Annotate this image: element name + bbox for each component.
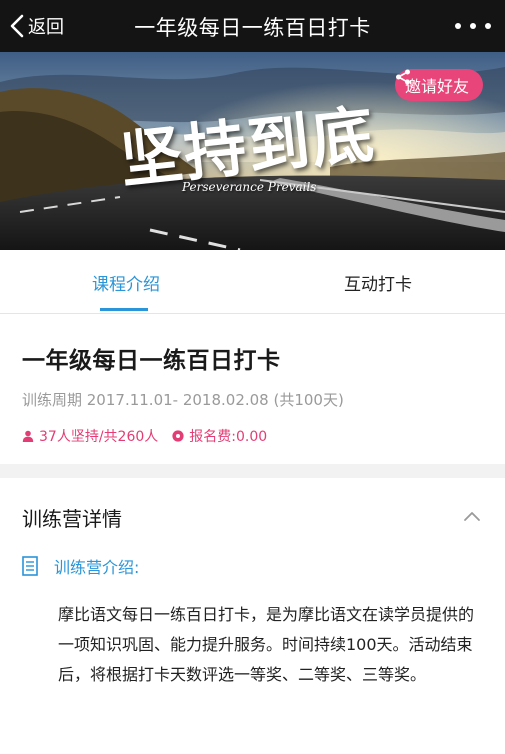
course-title: 一年级每日一练百日打卡	[22, 348, 281, 374]
back-button[interactable]: 返回	[10, 11, 64, 41]
document-icon	[22, 556, 38, 576]
top-navbar: 返回 一年级每日一练百日打卡	[0, 0, 505, 52]
person-icon	[22, 430, 34, 442]
tab-course-intro[interactable]: 课程介绍	[0, 250, 252, 314]
page-title: 一年级每日一练百日打卡	[134, 16, 371, 40]
tab-bar: 课程介绍 互动打卡	[0, 250, 505, 314]
tab-interactive-checkin[interactable]: 互动打卡	[252, 250, 504, 314]
back-chevron-icon	[10, 14, 24, 38]
training-period: 训练周期 2017.11.01- 2018.02.08 (共100天)	[22, 391, 344, 409]
camp-details-header: 训练营详情	[22, 507, 122, 531]
chevron-up-icon[interactable]	[463, 510, 481, 522]
registration-fee: 报名费:0.00	[189, 429, 268, 445]
more-icon	[455, 23, 461, 29]
back-label: 返回	[28, 17, 64, 38]
share-icon	[395, 69, 410, 85]
active-tab-indicator	[100, 308, 148, 311]
more-button[interactable]	[455, 14, 491, 38]
camp-intro-label: 训练营介绍:	[54, 558, 140, 577]
page: 返回 一年级每日一练百日打卡 坚持到底 Perseverance Prevail…	[0, 0, 505, 754]
fee-icon	[172, 430, 184, 442]
participants-count: 37人坚持/共260人	[39, 429, 159, 445]
invite-friends-button[interactable]: 邀请好友	[394, 69, 483, 101]
section-divider	[0, 464, 505, 478]
hero-subtitle: Perseverance Prevails	[182, 180, 317, 194]
hero-banner: 坚持到底 Perseverance Prevails 邀请好友	[0, 52, 505, 250]
course-stats: 37人坚持/共260人 报名费:0.00	[22, 426, 267, 446]
camp-description: 摩比语文每日一练百日打卡，是为摩比语文在读学员提供的一项知识巩固、能力提升服务。…	[58, 605, 475, 684]
camp-intro-row: 训练营介绍:	[22, 554, 139, 578]
invite-label: 邀请好友	[404, 77, 469, 96]
